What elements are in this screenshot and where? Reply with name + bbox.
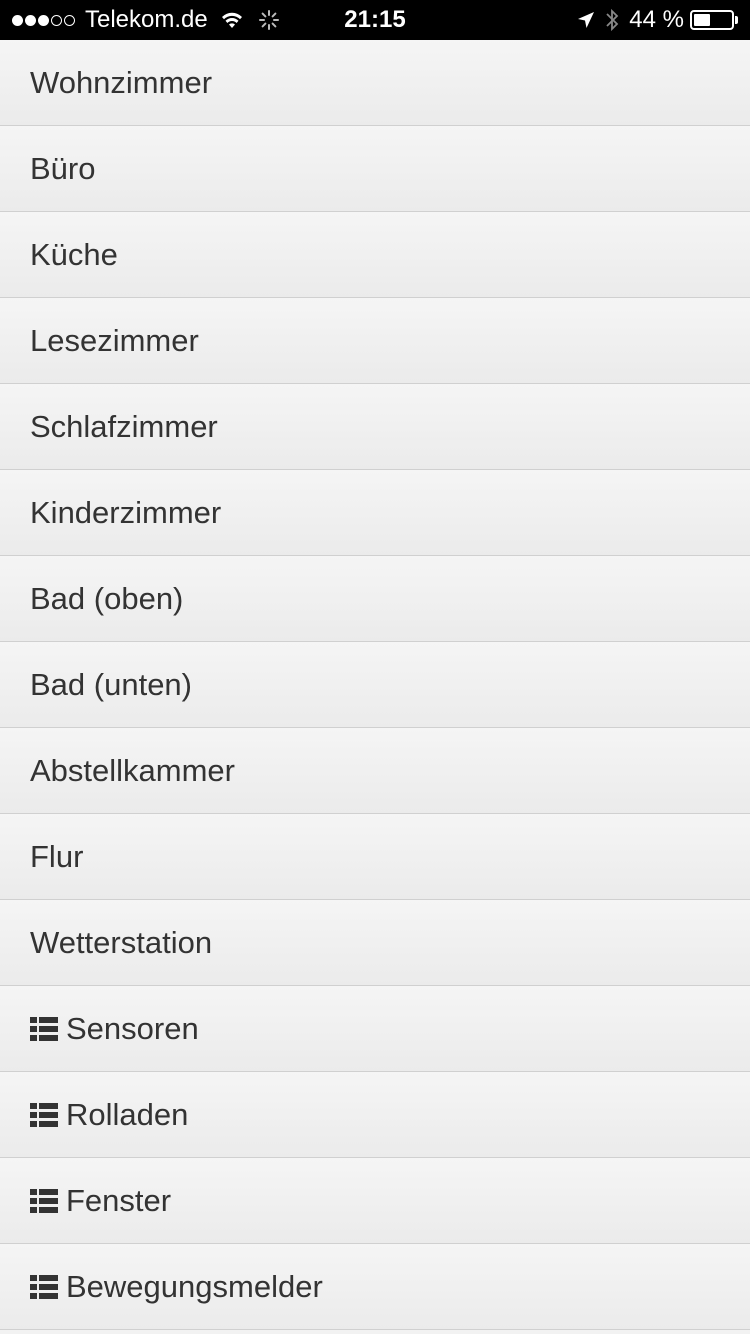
- list-icon: [30, 1188, 58, 1213]
- wifi-icon: [220, 11, 244, 29]
- menu-item-lesezimmer[interactable]: Lesezimmer: [0, 298, 750, 384]
- list-icon: [30, 1102, 58, 1127]
- signal-dot: [25, 14, 36, 26]
- menu-item-schlafzimmer[interactable]: Schlafzimmer: [0, 384, 750, 470]
- signal-dot: [12, 14, 23, 26]
- signal-dot: [64, 14, 75, 26]
- list-icon: [30, 1274, 58, 1299]
- menu-item-label: Wohnzimmer: [30, 64, 213, 100]
- status-bar: Telekom.de 21:15 44 %: [0, 0, 750, 40]
- menu-item-büro[interactable]: Büro: [0, 126, 750, 212]
- menu-item-sensoren[interactable]: Sensoren: [0, 986, 750, 1072]
- menu-item-label: Büro: [30, 150, 96, 186]
- menu-item-bad-oben[interactable]: Bad (oben): [0, 556, 750, 642]
- menu-item-label: Schlafzimmer: [30, 408, 218, 444]
- menu-item-label: Flur: [30, 838, 84, 874]
- menu-item-fenster[interactable]: Fenster: [0, 1158, 750, 1244]
- location-arrow-icon: [577, 11, 595, 29]
- menu-item-bewegungsmelder[interactable]: Bewegungsmelder: [0, 1244, 750, 1330]
- menu-item-bad-unten[interactable]: Bad (unten): [0, 642, 750, 728]
- signal-dot: [51, 14, 62, 26]
- menu-item-wetterstation[interactable]: Wetterstation: [0, 900, 750, 986]
- bluetooth-icon: [605, 8, 619, 32]
- menu-item-label: Wetterstation: [30, 924, 213, 960]
- menu-item-label: Sensoren: [66, 1010, 199, 1046]
- menu-item-label: Bad (unten): [30, 666, 192, 702]
- status-bar-right: 44 %: [577, 0, 738, 40]
- menu-item-label: Küche: [30, 236, 118, 272]
- menu-item-label: Abstellkammer: [30, 752, 235, 788]
- menu-item-flur[interactable]: Flur: [0, 814, 750, 900]
- carrier-name: Telekom.de: [85, 6, 208, 33]
- menu-item-kinderzimmer[interactable]: Kinderzimmer: [0, 470, 750, 556]
- menu-item-label: Fenster: [66, 1182, 172, 1218]
- menu-item-abstellkammer[interactable]: Abstellkammer: [0, 728, 750, 814]
- menu-item-label: Rolladen: [66, 1096, 189, 1132]
- menu-item-rolladen[interactable]: Rolladen: [0, 1072, 750, 1158]
- battery-icon: [690, 10, 734, 30]
- battery-fill: [694, 14, 710, 26]
- activity-spinner-icon: [258, 9, 280, 31]
- menu-item-küche[interactable]: Küche: [0, 212, 750, 298]
- menu-item-label: Bewegungsmelder: [66, 1268, 323, 1304]
- signal-strength-icon: [12, 14, 77, 26]
- battery-percentage: 44 %: [629, 6, 684, 33]
- menu-item-label: Kinderzimmer: [30, 494, 222, 530]
- signal-dot: [38, 14, 49, 26]
- menu-item-wohnzimmer[interactable]: Wohnzimmer: [0, 40, 750, 126]
- list-icon: [30, 1016, 58, 1041]
- room-menu-list: Wohnzimmer Büro Küche Lesezimmer Schlafzimme…: [0, 40, 750, 1330]
- status-bar-left: Telekom.de: [12, 0, 280, 40]
- menu-item-label: Lesezimmer: [30, 322, 199, 358]
- menu-item-label: Bad (oben): [30, 580, 184, 616]
- battery-tip: [735, 16, 738, 24]
